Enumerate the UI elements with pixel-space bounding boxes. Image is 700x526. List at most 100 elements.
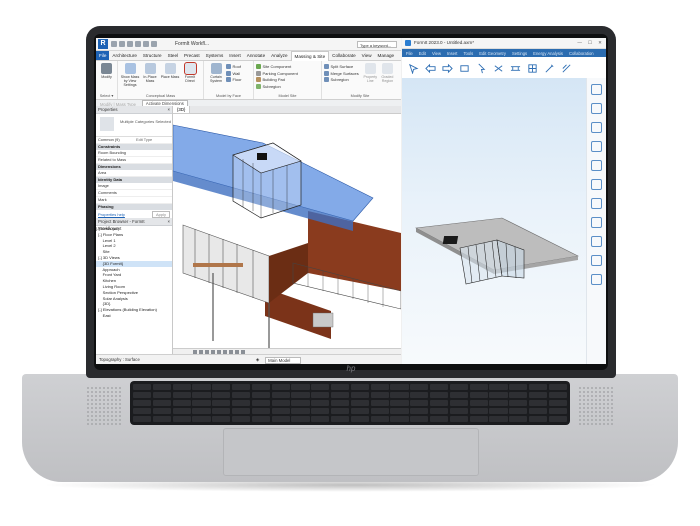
property-row[interactable]: Room Bounding: [96, 150, 172, 157]
properties-help-link[interactable]: Properties help: [98, 212, 125, 217]
edit-type-button[interactable]: Edit Type: [136, 137, 172, 143]
property-row[interactable]: Comments: [96, 190, 172, 197]
quick-access-toolbar: [111, 41, 157, 47]
roof-by-face-button[interactable]: Roof: [226, 64, 242, 69]
menu-edit[interactable]: Edit: [419, 51, 426, 56]
site-component-button[interactable]: Site Component: [256, 64, 298, 69]
groups-icon[interactable]: [591, 160, 602, 171]
property-value[interactable]: [136, 170, 172, 176]
menu-edit-geometry[interactable]: Edit Geometry: [479, 51, 506, 56]
modify-subregion-button[interactable]: Subregion: [324, 77, 359, 82]
scenes-icon[interactable]: [591, 179, 602, 190]
building-pad-button[interactable]: Building Pad: [256, 77, 298, 82]
tab-analyze[interactable]: Analyze: [268, 51, 290, 60]
arrow-tool-icon[interactable]: [476, 63, 487, 74]
menu-settings[interactable]: Settings: [512, 51, 527, 56]
formit-3d-viewport[interactable]: [402, 78, 586, 364]
property-row[interactable]: Mark: [96, 197, 172, 204]
keyboard-key: [429, 384, 449, 391]
tab-structure[interactable]: Structure: [140, 51, 165, 60]
search-input[interactable]: Type a keyword...: [357, 40, 397, 48]
move-tool-icon[interactable]: [493, 63, 504, 74]
group-label: Conceptual Mass: [145, 94, 176, 98]
view-tab-3d[interactable]: {3D}: [173, 106, 191, 113]
property-value[interactable]: [136, 197, 172, 203]
undo-icon[interactable]: [127, 41, 133, 47]
tab-massing-site[interactable]: Massing & Site: [290, 50, 330, 61]
tab-annotate[interactable]: Annotate: [244, 51, 268, 60]
tree-item[interactable]: East: [96, 313, 172, 319]
help-icon[interactable]: [591, 274, 602, 285]
apply-button[interactable]: Apply: [151, 210, 170, 218]
property-value[interactable]: [136, 190, 172, 196]
select-tool-icon[interactable]: [408, 63, 419, 74]
paint-tool-icon[interactable]: [544, 63, 555, 74]
wall-by-face-button[interactable]: Wall: [226, 70, 242, 76]
close-window-icon[interactable]: ✕: [598, 38, 602, 48]
save-icon[interactable]: [119, 41, 125, 47]
property-row[interactable]: Image: [96, 183, 172, 190]
tab-insert[interactable]: Insert: [226, 51, 244, 60]
workset-icon[interactable]: ◈: [256, 355, 259, 364]
level-tool-icon[interactable]: [561, 63, 572, 74]
tab-architecture[interactable]: Architecture: [109, 51, 140, 60]
open-icon[interactable]: [111, 41, 117, 47]
measure-icon[interactable]: [151, 41, 157, 47]
menu-view[interactable]: View: [432, 51, 441, 56]
revit-3d-viewport[interactable]: {3D}: [173, 106, 401, 354]
zoom-in-icon[interactable]: [591, 236, 602, 247]
menu-energy-analysis[interactable]: Energy Analysis: [533, 51, 563, 56]
tab-file[interactable]: File: [96, 51, 110, 60]
keyboard-key: [212, 399, 231, 407]
menu-collaboration[interactable]: Collaboration: [569, 51, 594, 56]
line-tool-icon[interactable]: [442, 63, 453, 74]
menu-insert[interactable]: Insert: [447, 51, 457, 56]
materials-icon[interactable]: [591, 103, 602, 114]
maximize-icon[interactable]: ☐: [588, 38, 592, 48]
revit-logo-icon[interactable]: R: [98, 39, 108, 49]
print-icon[interactable]: [143, 41, 149, 47]
tab-systems[interactable]: Systems: [203, 51, 227, 60]
type-selector[interactable]: Multiple Categories Selected: [96, 114, 172, 137]
property-row[interactable]: Related to Mass: [96, 157, 172, 164]
rectangle-tool-icon[interactable]: [459, 63, 470, 74]
properties-icon[interactable]: [591, 84, 602, 95]
property-row[interactable]: Area: [96, 170, 172, 177]
property-value[interactable]: [136, 183, 172, 189]
close-icon[interactable]: ×: [167, 106, 170, 113]
measure-tool-icon[interactable]: [510, 63, 521, 74]
merge-surfaces-button[interactable]: Merge Surfaces: [324, 70, 359, 76]
split-surface-button[interactable]: Split Surface: [324, 64, 359, 69]
hp-logo: hp: [346, 364, 356, 373]
instance-filter[interactable]: Common (9) Edit Type: [96, 137, 172, 144]
keyboard-key: [271, 415, 290, 422]
keyboard-key: [350, 415, 370, 422]
tab-precast[interactable]: Precast: [181, 51, 203, 60]
push-pull-tool-icon[interactable]: [425, 63, 436, 74]
redo-icon[interactable]: [135, 41, 141, 47]
zoom-out-icon[interactable]: [591, 255, 602, 266]
modify-arrow-icon: [101, 63, 112, 74]
settings-icon[interactable]: [591, 217, 602, 228]
property-value[interactable]: [136, 157, 172, 163]
keyboard-key: [152, 399, 172, 407]
plugins-icon[interactable]: [591, 198, 602, 209]
design-option-selector[interactable]: Main Model: [265, 357, 302, 364]
subregion-button[interactable]: Subregion: [256, 83, 298, 89]
close-icon[interactable]: ×: [167, 218, 170, 225]
property-value[interactable]: [136, 150, 172, 156]
menu-tools[interactable]: Tools: [463, 51, 473, 56]
minimize-icon[interactable]: —: [577, 38, 582, 48]
tab-collaborate[interactable]: Collaborate: [329, 51, 359, 60]
tab-view[interactable]: View: [359, 51, 375, 60]
tab-manage[interactable]: Manage: [375, 51, 398, 60]
floor-by-face-button[interactable]: Floor: [226, 77, 242, 82]
levels-icon[interactable]: [591, 141, 602, 152]
select-dropdown[interactable]: Select ▾: [96, 93, 117, 99]
menu-file[interactable]: File: [406, 51, 413, 56]
grid-tool-icon[interactable]: [527, 63, 538, 74]
tab-steel[interactable]: Steel: [165, 51, 181, 60]
parking-component-button[interactable]: Parking Component: [256, 70, 298, 76]
keyboard-key: [509, 384, 528, 391]
layers-icon[interactable]: [591, 122, 602, 133]
